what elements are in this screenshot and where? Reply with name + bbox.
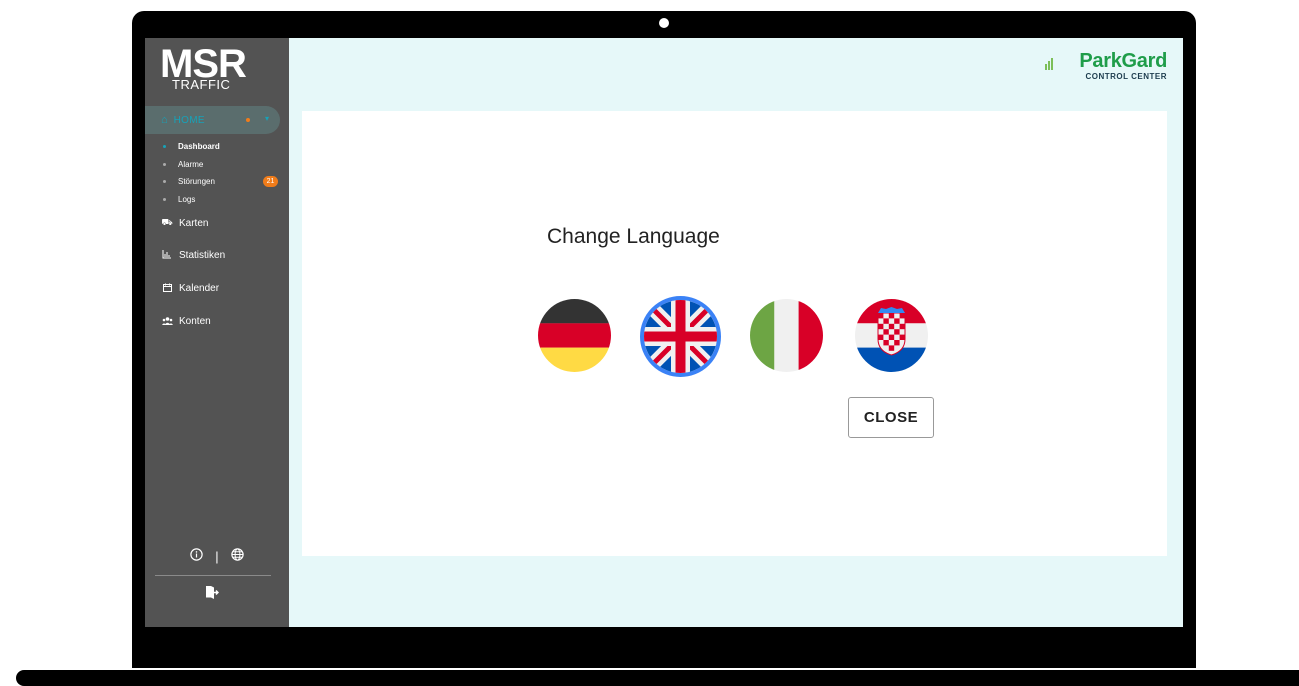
sidebar-item-label: HOME <box>173 114 205 126</box>
sidebar-item-konten[interactable]: Konten <box>160 316 211 327</box>
croatia-flag-icon[interactable] <box>855 299 928 372</box>
language-options <box>538 296 938 377</box>
sidebar-divider <box>155 575 271 576</box>
bullet-icon <box>163 145 166 149</box>
brand-bars-icon <box>1045 56 1059 70</box>
sidebar-item-label: Konten <box>179 316 211 327</box>
users-icon <box>160 316 174 327</box>
globe-icon[interactable] <box>231 548 245 564</box>
logout-icon[interactable] <box>205 585 219 603</box>
parkgard-logo: ParkGard CONTROL CENTER <box>1045 50 1167 84</box>
close-button[interactable]: CLOSE <box>848 397 934 438</box>
laptop-base <box>16 670 1299 686</box>
notification-dot <box>246 118 250 122</box>
sidebar-footer: | <box>145 548 289 564</box>
subnav-item-stoerungen[interactable]: Störungen 21 <box>161 173 281 191</box>
home-icon: ⌂ <box>161 114 168 126</box>
dialog-title: Change Language <box>547 225 720 248</box>
calendar-icon <box>160 283 174 294</box>
sidebar-item-home[interactable]: ⌂ HOME ▾ <box>145 106 280 134</box>
uk-flag-icon[interactable] <box>640 296 721 377</box>
home-subnav: Dashboard Alarme Störungen 21 Logs <box>161 138 281 208</box>
sidebar-item-karten[interactable]: ⛟ Karten <box>160 217 208 229</box>
sidebar: MSR TRAFFIC ⌂ HOME ▾ Dashboard Alarme St… <box>145 38 289 627</box>
sidebar-item-statistiken[interactable]: Statistiken <box>160 250 225 261</box>
camera <box>659 18 669 28</box>
change-language-dialog: Change Language CLOSE <box>302 111 1167 556</box>
sidebar-item-label: Karten <box>179 217 209 229</box>
sidebar-item-label: Kalender <box>179 283 220 294</box>
bullet-icon <box>163 180 166 184</box>
subnav-label: Alarme <box>178 159 204 169</box>
sidebar-item-kalender[interactable]: Kalender <box>160 283 219 294</box>
logo-sub: TRAFFIC <box>172 77 231 92</box>
subnav-item-logs[interactable]: Logs <box>161 191 281 209</box>
italy-flag-icon[interactable] <box>750 299 823 372</box>
msr-traffic-logo[interactable]: MSR TRAFFIC <box>160 42 280 92</box>
app-screen: MSR TRAFFIC ⌂ HOME ▾ Dashboard Alarme St… <box>145 38 1183 627</box>
subnav-item-alarme[interactable]: Alarme <box>161 156 281 174</box>
info-icon[interactable] <box>189 548 207 564</box>
brand-name: ParkGard <box>1079 50 1167 72</box>
chevron-down-icon: ▾ <box>265 114 270 123</box>
stoerungen-count-badge: 21 <box>263 176 278 188</box>
map-icon: ⛟ <box>161 217 173 227</box>
subnav-item-dashboard[interactable]: Dashboard <box>161 138 281 156</box>
subnav-label: Dashboard <box>178 142 220 152</box>
footer-separator: | <box>215 549 219 564</box>
sidebar-item-label: Statistiken <box>179 250 226 261</box>
bullet-icon <box>163 162 166 166</box>
brand-subtitle: CONTROL CENTER <box>1085 72 1167 81</box>
subnav-label: Störungen <box>178 177 215 187</box>
subnav-label: Logs <box>178 195 196 205</box>
germany-flag-icon[interactable] <box>538 299 611 372</box>
bullet-icon <box>163 198 166 202</box>
chart-icon <box>160 250 174 261</box>
